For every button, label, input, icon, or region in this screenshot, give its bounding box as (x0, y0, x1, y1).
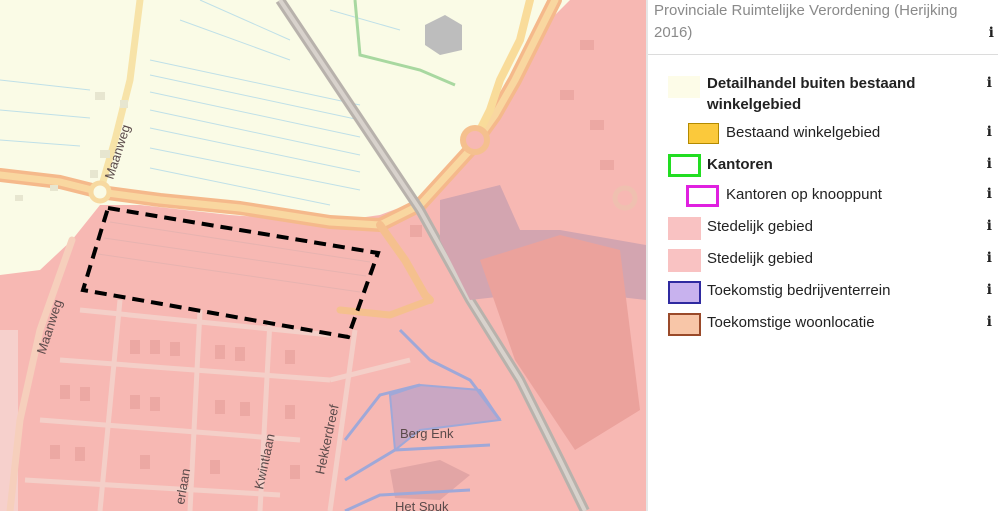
legend-label-bestaand-winkelgebied: Bestaand winkelgebied (726, 124, 881, 141)
roundabout-west (88, 180, 112, 204)
swatch-toekomstig-bedrijventerrein (668, 281, 701, 304)
legend-item-stedelijk-gebied-2: Stedelijk gebied i (648, 247, 998, 273)
swatch-kantoren-op-knooppunt (686, 185, 719, 207)
legend-item-kantoren: Kantoren i (648, 152, 998, 178)
swatch-toekomstige-woonlocatie (668, 313, 701, 336)
legend-label-toekomstig-bedrijventerrein: Toekomstig bedrijventerrein (707, 282, 891, 299)
info-icon-detailhandel[interactable]: i (987, 75, 992, 91)
map-view[interactable]: Maanweg Maanweg Berg Enk Hekkerdreef Kwi… (0, 0, 646, 511)
legend-item-toekomstig-bedrijventerrein: Toekomstig bedrijventerrein i (648, 279, 998, 305)
swatch-stedelijk-gebied-2 (668, 249, 701, 272)
legend-label-kantoren: Kantoren (707, 156, 773, 173)
legend-item-toekomstige-woonlocatie: Toekomstige woonlocatie i (648, 311, 998, 337)
legend-item-bestaand-winkelgebied: Bestaand winkelgebied i (648, 121, 998, 145)
legend-label-toekomstige-woonlocatie: Toekomstige woonlocatie (707, 314, 875, 331)
swatch-kantoren (668, 154, 701, 177)
info-icon-toekomstig-bedrijventerrein[interactable]: i (987, 282, 992, 298)
label-het-spuk: Het Spuk (395, 499, 449, 511)
legend-panel: Provinciale Ruimtelijke Verordening (Her… (648, 0, 998, 511)
swatch-stedelijk-gebied-1 (668, 217, 701, 240)
legend-item-stedelijk-gebied-1: Stedelijk gebied i (648, 215, 998, 241)
info-icon-kantoren-op-knooppunt[interactable]: i (987, 186, 992, 202)
legend-item-detailhandel: Detailhandel buiten bestaand winkelgebie… (648, 73, 998, 117)
swatch-bestaand-winkelgebied (688, 123, 719, 144)
legend-label-stedelijk-gebied-1: Stedelijk gebied (707, 218, 813, 235)
legend-label-kantoren-op-knooppunt: Kantoren op knooppunt (726, 186, 882, 203)
info-icon-stedelijk-gebied-2[interactable]: i (987, 250, 992, 266)
info-icon-bestaand-winkelgebied[interactable]: i (987, 124, 992, 140)
info-icon-toekomstige-woonlocatie[interactable]: i (987, 314, 992, 330)
info-icon-stedelijk-gebied-1[interactable]: i (987, 218, 992, 234)
legend-title: Provinciale Ruimtelijke Verordening (Her… (654, 2, 958, 41)
roundabout-far-east (612, 185, 638, 211)
map-canvas[interactable]: Maanweg Maanweg Berg Enk Hekkerdreef Kwi… (0, 0, 646, 511)
swatch-detailhandel (668, 76, 700, 98)
legend-label-stedelijk-gebied-2: Stedelijk gebied (707, 250, 813, 267)
roundabout-east (460, 125, 490, 155)
legend-item-kantoren-op-knooppunt: Kantoren op knooppunt i (648, 183, 998, 209)
legend-label-detailhandel: Detailhandel buiten bestaand winkelgebie… (707, 75, 916, 113)
legend-separator (648, 54, 998, 55)
legend-title-info-icon[interactable]: i (989, 25, 994, 41)
info-icon-kantoren[interactable]: i (987, 156, 992, 172)
label-berg-enk: Berg Enk (400, 426, 454, 441)
